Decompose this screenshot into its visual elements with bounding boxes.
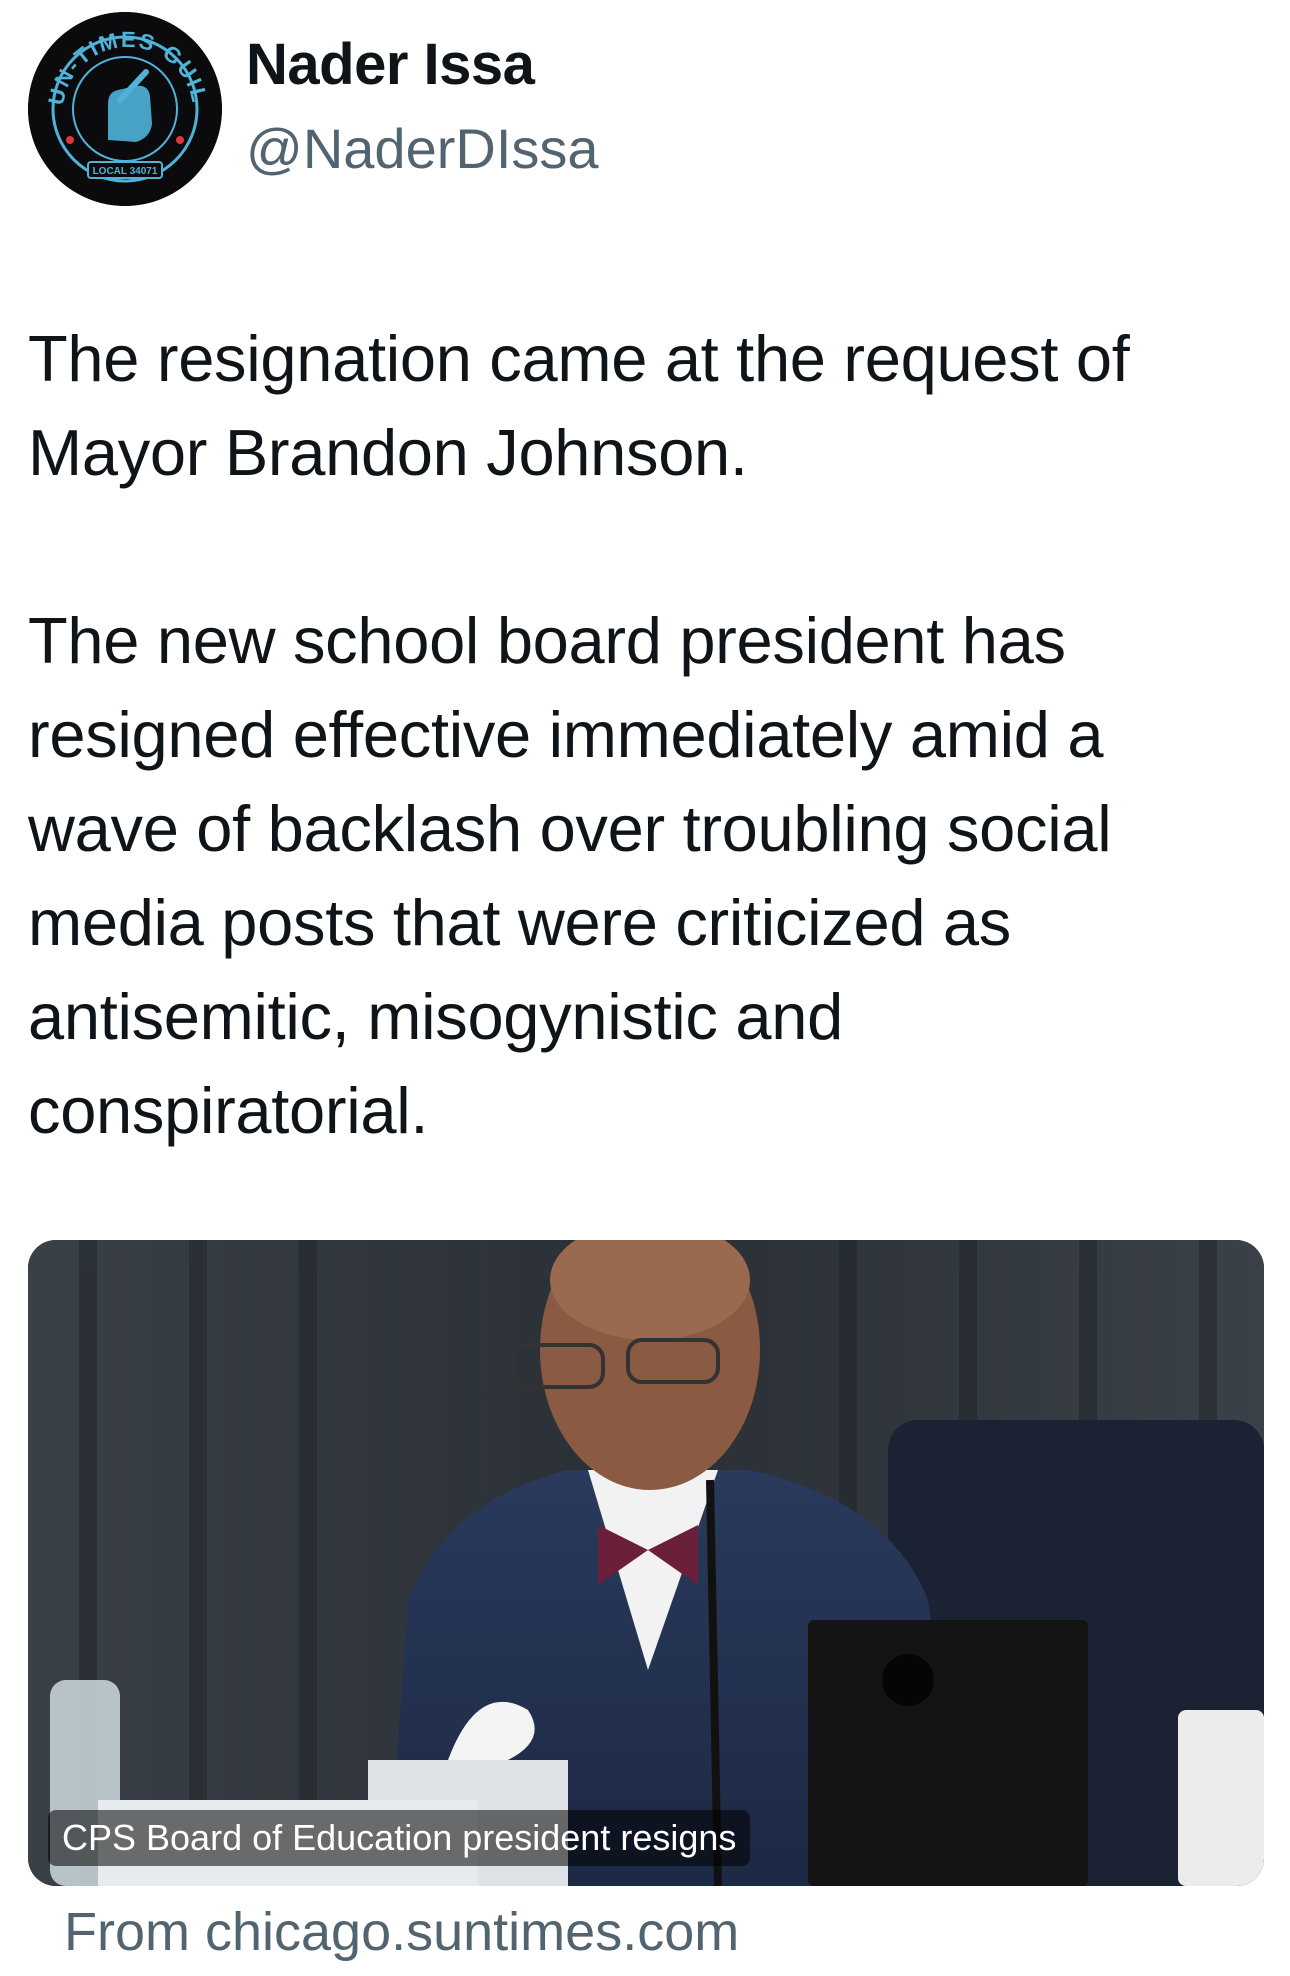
tweet-paragraph: The resignation came at the request of M… xyxy=(28,322,1130,489)
author-info: Nader Issa @NaderDIssa xyxy=(246,30,599,184)
card-photo xyxy=(28,1240,1264,1886)
svg-text:LOCAL 34071: LOCAL 34071 xyxy=(93,166,158,177)
card-title[interactable]: CPS Board of Education president resigns xyxy=(48,1810,751,1866)
author-display-name[interactable]: Nader Issa xyxy=(246,30,599,100)
link-card[interactable]: CPS Board of Education president resigns xyxy=(28,1240,1264,1886)
author-handle[interactable]: @NaderDIssa xyxy=(246,114,599,184)
tweet-paragraph: The new school board president has resig… xyxy=(28,604,1112,1147)
sun-times-guild-logo-icon: SUN-TIMES GUILD LOCAL 34071 xyxy=(28,12,222,206)
tweet-header: SUN-TIMES GUILD LOCAL 34071 Nader Issa @… xyxy=(28,12,1268,212)
tweet-body: The resignation came at the request of M… xyxy=(28,312,1264,1158)
avatar[interactable]: SUN-TIMES GUILD LOCAL 34071 xyxy=(28,12,222,206)
card-source[interactable]: From chicago.suntimes.com xyxy=(64,1900,739,1964)
